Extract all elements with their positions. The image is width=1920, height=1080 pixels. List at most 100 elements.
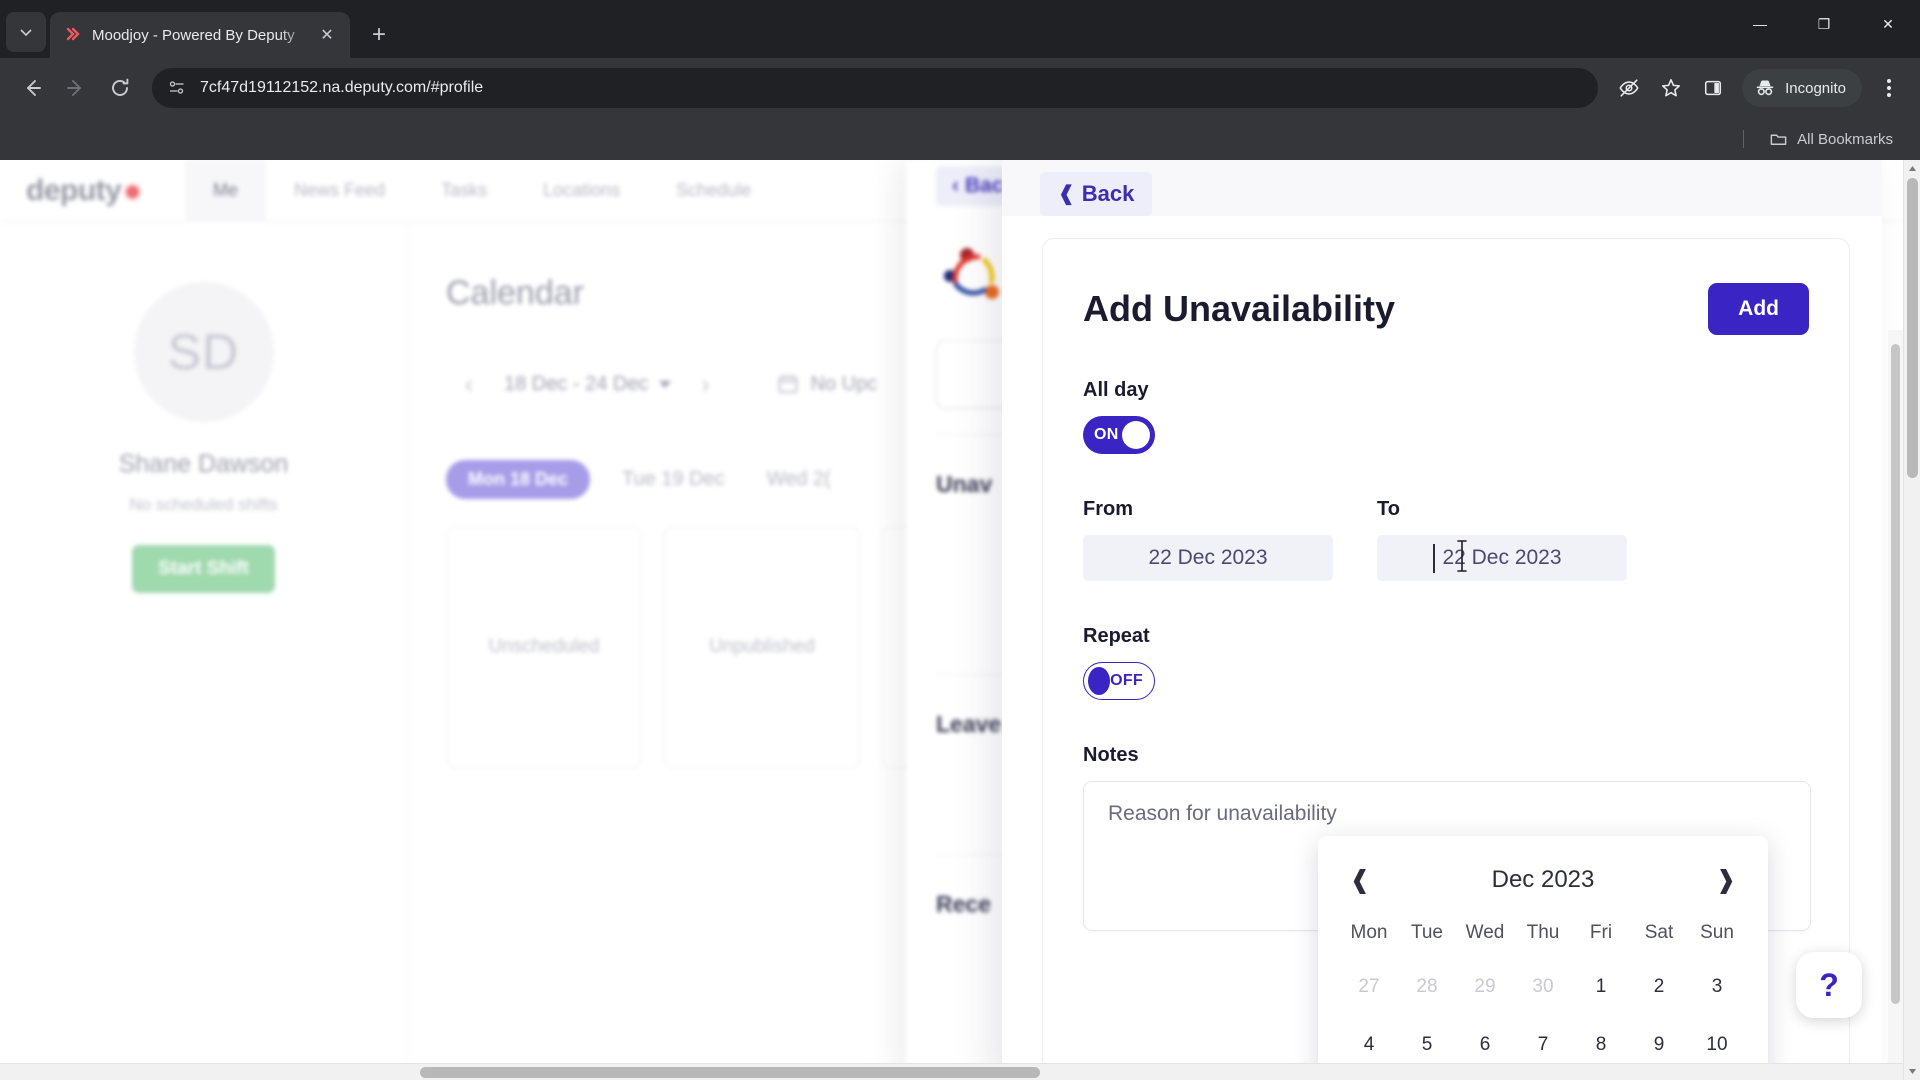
deputy-star-icon: ✸	[123, 179, 142, 205]
prev-month-icon[interactable]: ❰	[1340, 860, 1380, 900]
deputy-logo[interactable]: deputy ✸	[0, 174, 185, 208]
all-day-toggle[interactable]: ON	[1083, 416, 1155, 454]
maximize-button[interactable]: ❐	[1792, 0, 1856, 48]
scrollbar-thumb[interactable]	[1907, 178, 1918, 478]
scroll-up-icon[interactable]	[1904, 160, 1920, 177]
to-date-input[interactable]: 22 Dec 2023	[1377, 535, 1627, 581]
logo-text: deputy	[26, 173, 122, 207]
to-group: To 22 Dec 2023	[1377, 498, 1627, 581]
card-header: Add Unavailability Add	[1083, 283, 1809, 335]
day-cell[interactable]: 1	[1572, 958, 1630, 1016]
day-cell[interactable]: 27	[1340, 958, 1398, 1016]
page-viewport: deputy ✸ Me News Feed Tasks Locations Sc…	[0, 160, 1920, 1080]
nav-item-me[interactable]: Me	[185, 160, 267, 222]
window-controls: — ❐ ✕	[1728, 0, 1920, 48]
modal-back-button[interactable]: ❰ Back	[1040, 172, 1153, 216]
chevron-left-icon: ❰	[1058, 183, 1075, 205]
weekday-header: Mon	[1350, 922, 1388, 943]
date-range-group: From 22 Dec 2023 To 22 Dec 2023	[1083, 498, 1809, 581]
side-panel-back-label: Bac	[965, 174, 1004, 197]
modal-back-label: Back	[1081, 181, 1135, 206]
inner-scrollbar[interactable]	[1888, 330, 1903, 1080]
day-tab-mon[interactable]: Mon 18 Dec	[446, 460, 591, 499]
menu-dot	[1887, 86, 1891, 90]
vertical-scrollbar[interactable]	[1903, 160, 1920, 1080]
incognito-hat-icon	[1756, 80, 1774, 96]
reload-icon	[112, 78, 129, 96]
browser-window: Moodjoy - Powered By Deputy ✕ + — ❐ ✕ 7c…	[0, 0, 1920, 1080]
side-panel-icon[interactable]	[1694, 69, 1732, 107]
all-bookmarks-label: All Bookmarks	[1797, 130, 1893, 148]
nav-item-schedule[interactable]: Schedule	[648, 160, 779, 222]
tab-title: Moodjoy - Powered By Deputy	[92, 26, 295, 44]
no-upcoming-label: No Upc	[810, 372, 878, 395]
day-cell[interactable]: 30	[1514, 958, 1572, 1016]
address-bar[interactable]: 7cf47d19112152.na.deputy.com/#profile	[152, 68, 1599, 108]
divider	[1743, 130, 1745, 148]
menu-dot	[1887, 79, 1891, 83]
next-week-icon[interactable]: ›	[683, 361, 729, 407]
incognito-label: Incognito	[1785, 79, 1846, 97]
all-bookmarks-button[interactable]: All Bookmarks	[1762, 125, 1900, 154]
no-upcoming-button[interactable]: No Upc	[777, 372, 878, 396]
day-cell[interactable]: 28	[1398, 958, 1456, 1016]
weekday-header: Thu	[1526, 922, 1560, 943]
weekday-header: Sun	[1700, 922, 1734, 943]
profile-name: Shane Dawson	[118, 450, 289, 478]
to-label: To	[1377, 498, 1400, 520]
tab-search-icon[interactable]	[6, 12, 46, 52]
back-button[interactable]	[12, 68, 52, 108]
arrow-left-icon	[27, 80, 41, 96]
forward-button[interactable]	[56, 68, 96, 108]
day-card[interactable]: Unpublished	[664, 526, 860, 768]
close-window-button[interactable]: ✕	[1856, 0, 1920, 48]
repeat-group: Repeat OFF	[1083, 625, 1809, 700]
chevron-down-icon	[658, 380, 671, 388]
deputy-favicon	[64, 26, 82, 44]
text-caret	[1433, 544, 1435, 573]
start-shift-button[interactable]: Start Shift	[132, 545, 275, 593]
from-group: From 22 Dec 2023	[1083, 498, 1333, 581]
day-cell[interactable]: 29	[1456, 958, 1514, 1016]
scrollbar-thumb[interactable]	[1891, 344, 1900, 1004]
browser-tab[interactable]: Moodjoy - Powered By Deputy ✕	[50, 12, 350, 58]
repeat-label: Repeat	[1083, 625, 1150, 647]
new-tab-button[interactable]: +	[360, 16, 398, 54]
bookmarks-bar: All Bookmarks	[0, 118, 1920, 160]
minimize-button[interactable]: —	[1728, 0, 1792, 48]
week-range-label: 18 Dec - 24 Dec	[504, 372, 649, 395]
day-tab-tue[interactable]: Tue 19 Dec	[612, 459, 735, 500]
profile-sidebar: SD Shane Dawson No scheduled shifts Star…	[0, 222, 408, 1080]
modal-title: Add Unavailability	[1083, 288, 1396, 329]
weekday-header: Fri	[1589, 922, 1613, 943]
add-button[interactable]: Add	[1708, 283, 1809, 335]
reload-button[interactable]	[100, 68, 140, 108]
scroll-down-icon[interactable]	[1904, 1063, 1920, 1080]
horizontal-scrollbar[interactable]	[0, 1063, 1903, 1080]
day-cell[interactable]: 3	[1688, 958, 1746, 1016]
page-info-icon[interactable]	[166, 77, 188, 99]
three-dot-menu-icon[interactable]	[1870, 69, 1908, 107]
next-month-icon[interactable]: ❱	[1706, 860, 1746, 900]
tracking-protection-icon[interactable]	[1610, 69, 1648, 107]
day-card[interactable]: Unscheduled	[446, 526, 642, 768]
nav-item-locations[interactable]: Locations	[515, 160, 648, 222]
to-date-value: 22 Dec 2023	[1442, 546, 1562, 569]
toggle-knob	[1088, 667, 1111, 695]
app-nav: Me News Feed Tasks Locations Schedule	[185, 160, 779, 222]
from-date-input[interactable]: 22 Dec 2023	[1083, 535, 1333, 581]
day-tab-wed[interactable]: Wed 2(	[757, 459, 841, 500]
day-cell[interactable]: 2	[1630, 958, 1688, 1016]
repeat-toggle[interactable]: OFF	[1083, 662, 1155, 700]
prev-week-icon[interactable]: ‹	[446, 361, 492, 407]
avatar: SD	[133, 282, 274, 422]
close-icon[interactable]: ✕	[314, 22, 340, 48]
nav-item-tasks[interactable]: Tasks	[413, 160, 515, 222]
weekday-header: Wed	[1465, 922, 1505, 943]
nav-item-news-feed[interactable]: News Feed	[266, 160, 413, 222]
scrollbar-thumb[interactable]	[420, 1067, 1040, 1078]
incognito-indicator[interactable]: Incognito	[1742, 69, 1862, 107]
help-button[interactable]: ?	[1796, 952, 1862, 1018]
week-range-selector[interactable]: 18 Dec - 24 Dec	[498, 373, 677, 396]
bookmark-star-icon[interactable]	[1652, 69, 1690, 107]
